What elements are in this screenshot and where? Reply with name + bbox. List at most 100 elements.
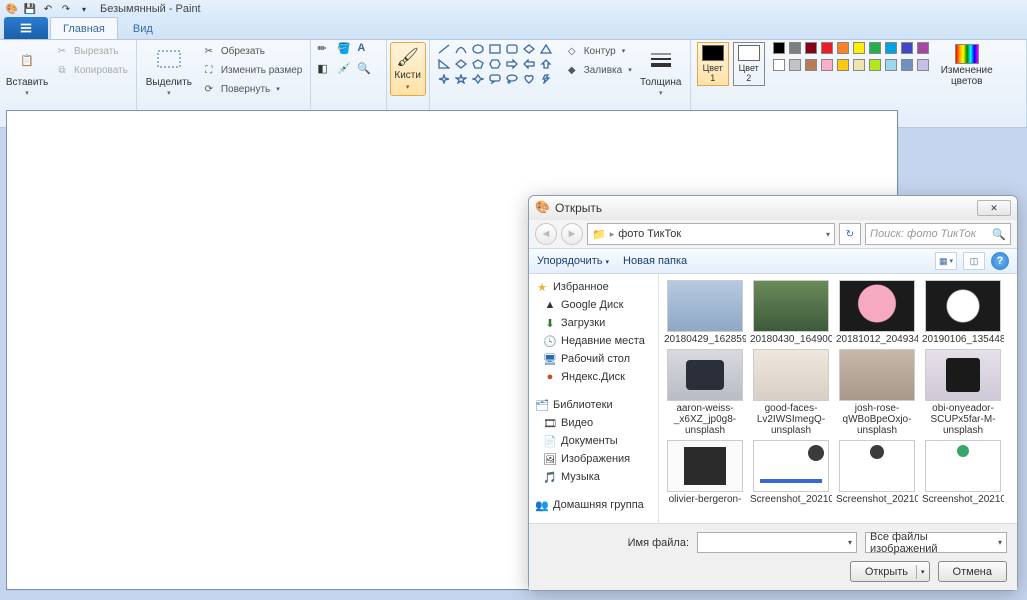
view-mode-button[interactable]: ▦ ▾: [935, 252, 957, 270]
thickness-button[interactable]: Толщина ▾: [638, 42, 684, 99]
palette-swatch[interactable]: [885, 42, 897, 54]
dialog-close-button[interactable]: ✕: [977, 200, 1011, 216]
tree-recent[interactable]: 🕓Недавние места: [531, 332, 656, 350]
shape-heart[interactable]: [521, 72, 537, 86]
shape-lightning[interactable]: [538, 72, 554, 86]
undo-icon[interactable]: ↶: [40, 1, 56, 17]
fill-button[interactable]: ◆Заливка▾: [562, 61, 634, 79]
tab-view[interactable]: Вид: [120, 17, 166, 39]
shape-star5[interactable]: [453, 72, 469, 86]
palette-swatch[interactable]: [789, 59, 801, 71]
paste-button[interactable]: 📋 Вставить ▾: [6, 42, 48, 99]
shape-oval[interactable]: [470, 42, 486, 56]
shapes-gallery[interactable]: [436, 42, 554, 86]
palette-swatch[interactable]: [837, 59, 849, 71]
cancel-button[interactable]: Отмена: [938, 561, 1007, 582]
tree-downloads[interactable]: ⬇Загрузки: [531, 314, 656, 332]
crop-button[interactable]: ✂Обрезать: [199, 42, 304, 60]
picker-tool[interactable]: 💉: [337, 62, 355, 80]
tree-homegroup[interactable]: 👥Домашняя группа: [531, 496, 656, 514]
new-folder-button[interactable]: Новая папка: [623, 255, 687, 267]
eraser-tool[interactable]: ◧: [317, 62, 335, 80]
file-item[interactable]: good-faces-Lv2IWSImegQ-unsplash: [749, 349, 833, 436]
tree-pictures[interactable]: 🖼Изображения: [531, 450, 656, 468]
shape-rect[interactable]: [487, 42, 503, 56]
filename-input[interactable]: ▾: [697, 532, 857, 553]
palette-swatch[interactable]: [885, 59, 897, 71]
shape-roundrect[interactable]: [504, 42, 520, 56]
file-item[interactable]: josh-rose-qWBoBpeOxjo-unsplash: [835, 349, 919, 436]
qat-dropdown-icon[interactable]: ▾: [76, 1, 92, 17]
tree-documents[interactable]: 📄Документы: [531, 432, 656, 450]
palette-swatch[interactable]: [821, 59, 833, 71]
palette-swatch[interactable]: [805, 59, 817, 71]
color1-button[interactable]: Цвет 1: [697, 42, 729, 86]
shape-polygon[interactable]: [521, 42, 537, 56]
resize-button[interactable]: ⛶Изменить размер: [199, 61, 304, 79]
tree-videos[interactable]: 🎞Видео: [531, 414, 656, 432]
palette-swatch[interactable]: [869, 42, 881, 54]
text-tool[interactable]: A: [357, 42, 375, 60]
tab-home[interactable]: Главная: [50, 17, 118, 39]
save-icon[interactable]: 💾: [22, 1, 38, 17]
file-item[interactable]: 20190106_135448: [921, 280, 1005, 345]
tree-yadisk[interactable]: ●Яндекс.Диск: [531, 368, 656, 386]
shape-rtriangle[interactable]: [436, 57, 452, 71]
open-button[interactable]: Открыть▾: [850, 561, 930, 582]
file-item[interactable]: olivier-bergeron-: [663, 440, 747, 505]
refresh-button[interactable]: ↻: [839, 223, 861, 245]
search-input[interactable]: Поиск: фото ТикТок 🔍: [865, 223, 1011, 245]
tree-gdrive[interactable]: ▲Google Диск: [531, 296, 656, 314]
tree-desktop[interactable]: 🖥Рабочий стол: [531, 350, 656, 368]
shape-curve[interactable]: [453, 42, 469, 56]
help-button[interactable]: ?: [991, 252, 1009, 270]
copy-button[interactable]: ⧉Копировать: [52, 61, 130, 79]
chevron-down-icon[interactable]: ▾: [826, 230, 830, 239]
shape-star6[interactable]: [470, 72, 486, 86]
nav-forward-button[interactable]: ►: [561, 223, 583, 245]
pencil-tool[interactable]: ✏: [317, 42, 335, 60]
redo-icon[interactable]: ↷: [58, 1, 74, 17]
color2-button[interactable]: Цвет 2: [733, 42, 765, 86]
select-button[interactable]: Выделить ▾: [143, 42, 195, 99]
edit-colors-button[interactable]: Изменение цветов: [941, 42, 993, 89]
tree-favorites[interactable]: ★Избранное: [531, 278, 656, 296]
palette-swatch[interactable]: [853, 59, 865, 71]
file-item[interactable]: 20180430_164900: [749, 280, 833, 345]
shape-hexagon[interactable]: [487, 57, 503, 71]
filetype-combo[interactable]: Все файлы изображений▾: [865, 532, 1007, 553]
palette-swatch[interactable]: [773, 42, 785, 54]
file-item[interactable]: obi-onyeador-SCUPx5far-M-unsplash: [921, 349, 1005, 436]
nav-back-button[interactable]: ◄: [535, 223, 557, 245]
palette-swatch[interactable]: [773, 59, 785, 71]
shape-triangle[interactable]: [538, 42, 554, 56]
address-bar[interactable]: 📁 ▸ фото ТикТок ▾: [587, 223, 835, 245]
palette-swatch[interactable]: [901, 59, 913, 71]
shape-callout1[interactable]: [487, 72, 503, 86]
shape-callout2[interactable]: [504, 72, 520, 86]
shape-arrow-r[interactable]: [504, 57, 520, 71]
palette-swatch[interactable]: [853, 42, 865, 54]
palette-swatch[interactable]: [901, 42, 913, 54]
tree-libraries[interactable]: 🗂Библиотеки: [531, 396, 656, 414]
preview-pane-button[interactable]: ◫: [963, 252, 985, 270]
shape-line[interactable]: [436, 42, 452, 56]
shape-star4[interactable]: [436, 72, 452, 86]
organize-button[interactable]: Упорядочить ▾: [537, 255, 609, 267]
palette-swatch[interactable]: [869, 59, 881, 71]
rotate-button[interactable]: ⟳Повернуть▾: [199, 80, 304, 98]
palette-swatch[interactable]: [805, 42, 817, 54]
palette-swatch[interactable]: [917, 59, 929, 71]
file-item[interactable]: 20180429_162859: [663, 280, 747, 345]
zoom-tool[interactable]: 🔍: [357, 62, 375, 80]
palette-swatch[interactable]: [821, 42, 833, 54]
shape-diamond[interactable]: [453, 57, 469, 71]
file-item[interactable]: aaron-weiss-_x6XZ_jp0g8-unsplash: [663, 349, 747, 436]
outline-button[interactable]: ◇Контур▾: [562, 42, 634, 60]
cut-button[interactable]: ✂Вырезать: [52, 42, 130, 60]
palette-swatch[interactable]: [789, 42, 801, 54]
file-list[interactable]: 20180429_16285920180430_16490020181012_2…: [659, 274, 1017, 523]
palette-swatch[interactable]: [917, 42, 929, 54]
brushes-button[interactable]: 🖌 Кисти ▾: [390, 42, 426, 96]
tree-music[interactable]: 🎵Музыка: [531, 468, 656, 486]
